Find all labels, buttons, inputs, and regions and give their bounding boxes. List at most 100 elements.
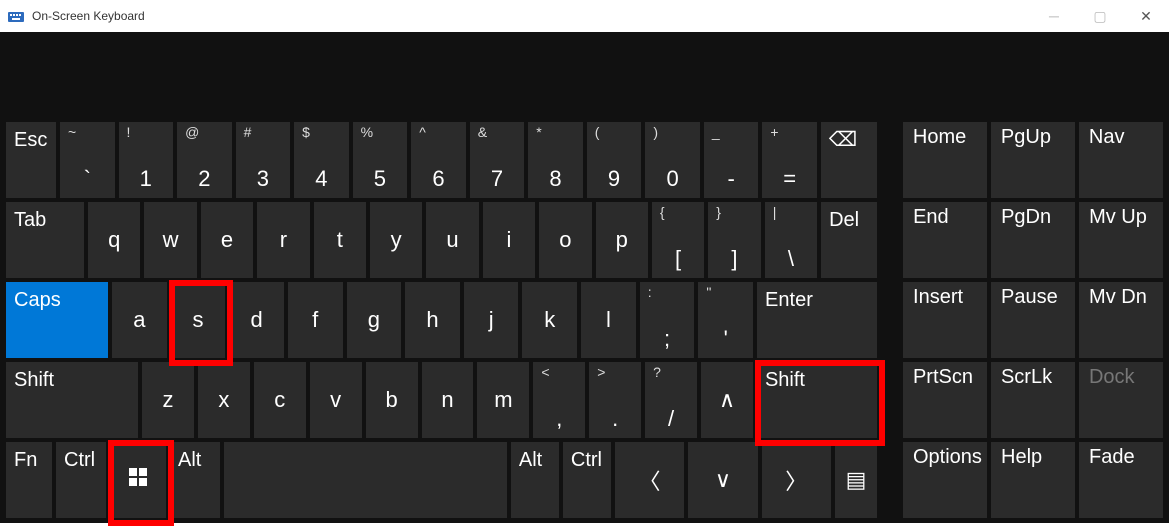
chevron-left-icon: 〈 bbox=[639, 464, 661, 496]
key-o[interactable]: o bbox=[539, 202, 591, 278]
key-3[interactable]: #3 bbox=[236, 122, 291, 198]
maximize-button[interactable]: ▢ bbox=[1077, 0, 1123, 32]
key-left-alt[interactable]: Alt bbox=[170, 442, 220, 518]
chevron-down-icon: ∨ bbox=[715, 467, 731, 493]
key-d[interactable]: d bbox=[229, 282, 284, 358]
key-1[interactable]: !1 bbox=[119, 122, 174, 198]
key-m[interactable]: m bbox=[477, 362, 529, 438]
key-tab[interactable]: Tab bbox=[6, 202, 84, 278]
key-y[interactable]: y bbox=[370, 202, 422, 278]
key-pgup[interactable]: PgUp bbox=[991, 122, 1075, 198]
key-n[interactable]: n bbox=[422, 362, 474, 438]
key-w[interactable]: w bbox=[144, 202, 196, 278]
key-fn[interactable]: Fn bbox=[6, 442, 52, 518]
key-a[interactable]: a bbox=[112, 282, 167, 358]
chevron-right-icon: 〉 bbox=[785, 464, 807, 496]
key-equals[interactable]: += bbox=[762, 122, 817, 198]
row-2: Tab q w e r t y u i o p {[ }] |\ Del End… bbox=[6, 202, 1163, 278]
key-period[interactable]: >. bbox=[589, 362, 641, 438]
keyboard: Esc ~` !1 @2 #3 $4 %5 ^6 &7 *8 (9 )0 _- … bbox=[0, 32, 1169, 523]
key-p[interactable]: p bbox=[596, 202, 648, 278]
key-space[interactable] bbox=[224, 442, 507, 518]
key-arrow-left[interactable]: 〈 bbox=[615, 442, 684, 518]
key-esc[interactable]: Esc bbox=[6, 122, 56, 198]
key-end[interactable]: End bbox=[903, 202, 987, 278]
key-scrlk[interactable]: ScrLk bbox=[991, 362, 1075, 438]
key-right-shift[interactable]: Shift bbox=[757, 362, 877, 438]
row-1: Esc ~` !1 @2 #3 $4 %5 ^6 &7 *8 (9 )0 _- … bbox=[6, 122, 1163, 198]
key-z[interactable]: z bbox=[142, 362, 194, 438]
key-x[interactable]: x bbox=[198, 362, 250, 438]
titlebar: On-Screen Keyboard ─ ▢ ✕ bbox=[0, 0, 1169, 32]
key-8[interactable]: *8 bbox=[528, 122, 583, 198]
key-options[interactable]: Options bbox=[903, 442, 987, 518]
key-left-shift[interactable]: Shift bbox=[6, 362, 138, 438]
key-c[interactable]: c bbox=[254, 362, 306, 438]
key-dock[interactable]: Dock bbox=[1079, 362, 1163, 438]
key-q[interactable]: q bbox=[88, 202, 140, 278]
minimize-button[interactable]: ─ bbox=[1031, 0, 1077, 32]
key-arrow-up[interactable]: ∧ bbox=[701, 362, 753, 438]
menu-icon: ▤ bbox=[846, 467, 867, 493]
row-4: Shift z x c v b n m <, >. ?/ ∧ Shift Prt… bbox=[6, 362, 1163, 438]
key-windows[interactable] bbox=[110, 442, 166, 518]
close-button[interactable]: ✕ bbox=[1123, 0, 1169, 32]
key-backspace[interactable]: ⌫ bbox=[821, 122, 877, 198]
key-7[interactable]: &7 bbox=[470, 122, 525, 198]
key-backtick[interactable]: ~` bbox=[60, 122, 115, 198]
key-semicolon[interactable]: :; bbox=[640, 282, 695, 358]
key-l[interactable]: l bbox=[581, 282, 636, 358]
key-right-ctrl[interactable]: Ctrl bbox=[563, 442, 611, 518]
key-fade[interactable]: Fade bbox=[1079, 442, 1163, 518]
key-help[interactable]: Help bbox=[991, 442, 1075, 518]
key-pause[interactable]: Pause bbox=[991, 282, 1075, 358]
key-insert[interactable]: Insert bbox=[903, 282, 987, 358]
key-e[interactable]: e bbox=[201, 202, 253, 278]
key-s[interactable]: s bbox=[171, 282, 226, 358]
key-h[interactable]: h bbox=[405, 282, 460, 358]
backspace-icon: ⌫ bbox=[829, 129, 857, 151]
key-backslash[interactable]: |\ bbox=[765, 202, 817, 278]
key-2[interactable]: @2 bbox=[177, 122, 232, 198]
key-f[interactable]: f bbox=[288, 282, 343, 358]
key-enter[interactable]: Enter bbox=[757, 282, 877, 358]
key-delete[interactable]: Del bbox=[821, 202, 877, 278]
key-prtscn[interactable]: PrtScn bbox=[903, 362, 987, 438]
key-5[interactable]: %5 bbox=[353, 122, 408, 198]
key-left-bracket[interactable]: {[ bbox=[652, 202, 704, 278]
key-minus[interactable]: _- bbox=[704, 122, 759, 198]
key-apostrophe[interactable]: "' bbox=[698, 282, 753, 358]
key-right-bracket[interactable]: }] bbox=[708, 202, 760, 278]
key-r[interactable]: r bbox=[257, 202, 309, 278]
app-icon bbox=[8, 8, 24, 24]
key-g[interactable]: g bbox=[347, 282, 402, 358]
window-title: On-Screen Keyboard bbox=[32, 9, 1031, 23]
key-i[interactable]: i bbox=[483, 202, 535, 278]
key-v[interactable]: v bbox=[310, 362, 362, 438]
key-left-ctrl[interactable]: Ctrl bbox=[56, 442, 106, 518]
key-arrow-right[interactable]: 〉 bbox=[762, 442, 831, 518]
key-u[interactable]: u bbox=[426, 202, 478, 278]
key-comma[interactable]: <, bbox=[533, 362, 585, 438]
key-pgdn[interactable]: PgDn bbox=[991, 202, 1075, 278]
key-j[interactable]: j bbox=[464, 282, 519, 358]
key-4[interactable]: $4 bbox=[294, 122, 349, 198]
key-right-alt[interactable]: Alt bbox=[511, 442, 559, 518]
key-home[interactable]: Home bbox=[903, 122, 987, 198]
key-mvdn[interactable]: Mv Dn bbox=[1079, 282, 1163, 358]
key-caps[interactable]: Caps bbox=[6, 282, 108, 358]
windows-icon bbox=[128, 467, 148, 493]
key-arrow-down[interactable]: ∨ bbox=[688, 442, 757, 518]
row-3: Caps a s d f g h j k l :; "' Enter Inser… bbox=[6, 282, 1163, 358]
row-5: Fn Ctrl Alt Alt Ctrl 〈 ∨ 〉 ▤ Options Hel… bbox=[6, 442, 1163, 518]
key-nav[interactable]: Nav bbox=[1079, 122, 1163, 198]
key-b[interactable]: b bbox=[366, 362, 418, 438]
key-slash[interactable]: ?/ bbox=[645, 362, 697, 438]
key-9[interactable]: (9 bbox=[587, 122, 642, 198]
key-context-menu[interactable]: ▤ bbox=[835, 442, 877, 518]
key-mvup[interactable]: Mv Up bbox=[1079, 202, 1163, 278]
key-k[interactable]: k bbox=[522, 282, 577, 358]
key-6[interactable]: ^6 bbox=[411, 122, 466, 198]
key-t[interactable]: t bbox=[314, 202, 366, 278]
key-0[interactable]: )0 bbox=[645, 122, 700, 198]
